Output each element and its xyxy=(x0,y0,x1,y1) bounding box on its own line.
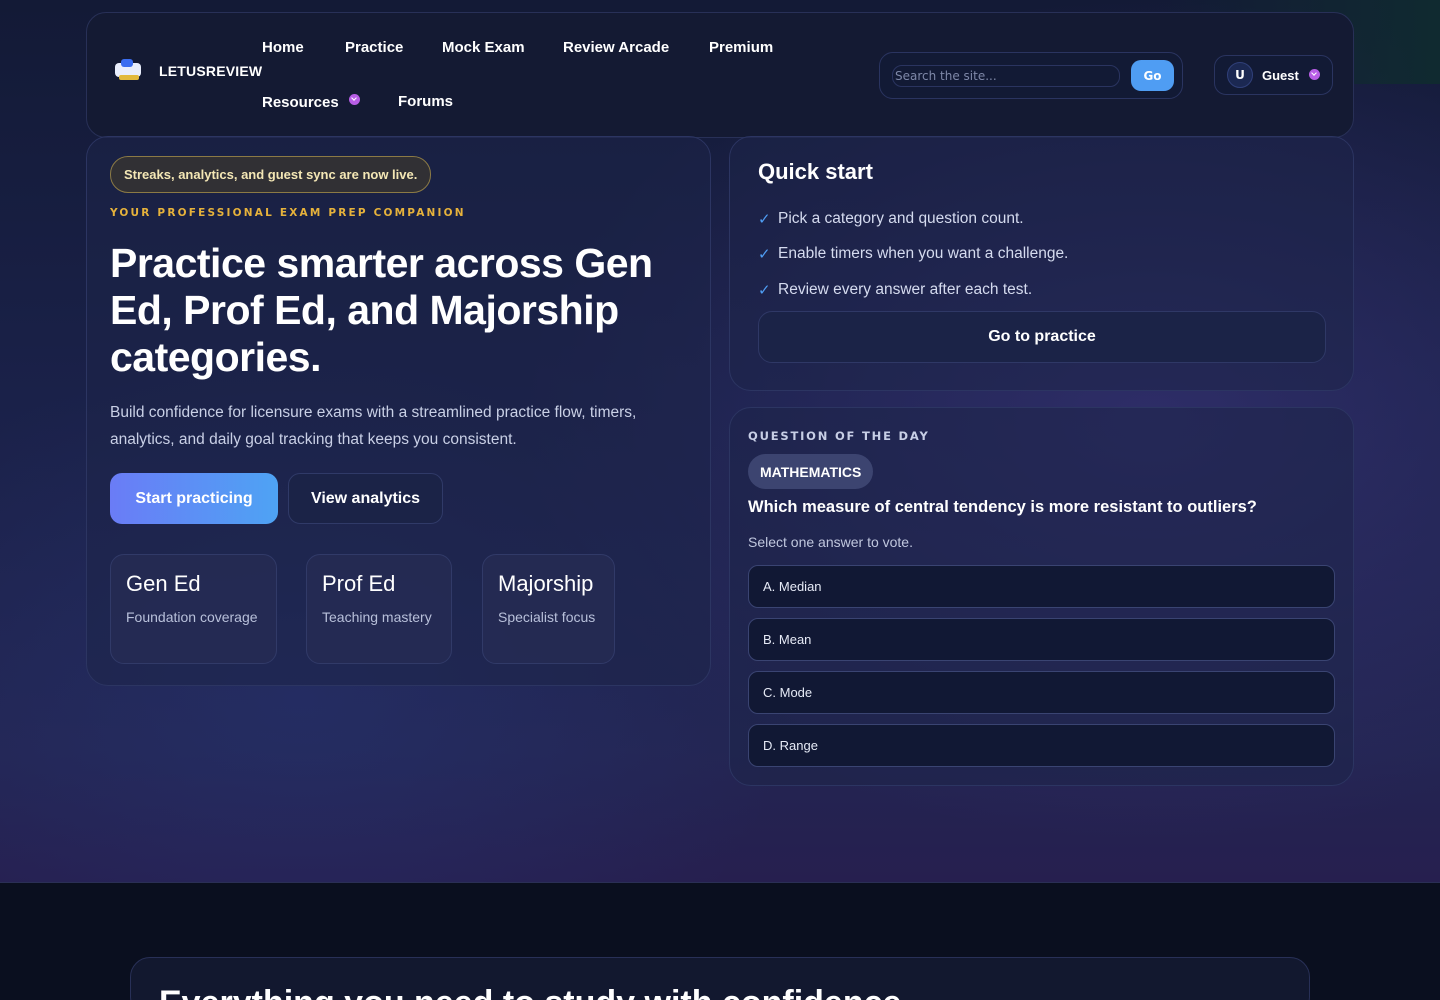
category-title: Gen Ed xyxy=(126,571,201,596)
chevron-down-icon xyxy=(348,94,360,105)
subject-badge: MATHEMATICS xyxy=(748,454,874,489)
check-icon: ✓ xyxy=(758,281,771,299)
step-text: Pick a category and question count. xyxy=(778,209,1024,227)
nav-resources-dropdown[interactable]: Resources xyxy=(262,94,360,111)
nav-home-link[interactable]: Home xyxy=(262,39,304,56)
brand-name: LETUSREVIEW xyxy=(159,63,263,79)
features-title: Everything you need to study with confid… xyxy=(159,984,901,1000)
nav-forums-link[interactable]: Forums xyxy=(398,93,453,110)
hero-card: Streaks, analytics, and guest sync are n… xyxy=(86,136,711,686)
qotd-eyebrow: QUESTION OF THE DAY xyxy=(748,429,930,443)
category-subtitle: Foundation coverage xyxy=(126,609,258,625)
nav-mock-exam-link[interactable]: Mock Exam xyxy=(442,39,525,56)
quick-start-steps: ✓ Pick a category and question count. ✓ En… xyxy=(758,201,1068,308)
answer-option-a[interactable]: A. Median xyxy=(748,565,1335,608)
nav-premium-link[interactable]: Premium xyxy=(709,39,773,56)
category-card-prof-ed[interactable]: Prof Ed Teaching mastery xyxy=(306,554,452,664)
user-menu[interactable]: U Guest xyxy=(1214,55,1333,95)
navbar: LETUSREVIEW Home Practice Mock Exam Revi… xyxy=(86,12,1354,138)
announcement-badge: Streaks, analytics, and guest sync are n… xyxy=(110,156,432,193)
nav-review-arcade-link[interactable]: Review Arcade xyxy=(563,39,669,56)
start-practicing-button[interactable]: Start practicing xyxy=(110,473,278,524)
brand-logo-icon xyxy=(111,57,145,85)
list-item: ✓ Enable timers when you want a challenge… xyxy=(758,237,1068,273)
category-subtitle: Specialist focus xyxy=(498,609,596,625)
check-icon: ✓ xyxy=(758,246,771,264)
check-icon: ✓ xyxy=(758,210,771,228)
category-subtitle: Teaching mastery xyxy=(322,609,432,625)
category-title: Majorship xyxy=(498,571,594,596)
quick-start-card: Quick start ✓ Pick a category and questio… xyxy=(729,136,1354,391)
search-form: Go xyxy=(879,52,1183,99)
answer-option-c[interactable]: C. Mode xyxy=(748,671,1335,714)
vote-hint: Select one answer to vote. xyxy=(748,534,913,550)
nav-practice-link[interactable]: Practice xyxy=(345,39,403,56)
nav-resources-label: Resources xyxy=(262,94,339,111)
avatar: U xyxy=(1227,62,1253,88)
user-name: Guest xyxy=(1262,67,1299,83)
chevron-down-icon xyxy=(1308,68,1320,80)
hero-title: Practice smarter across Gen Ed, Prof Ed,… xyxy=(110,240,653,380)
category-card-gen-ed[interactable]: Gen Ed Foundation coverage xyxy=(110,554,277,664)
list-item: ✓ Review every answer after each test. xyxy=(758,272,1068,308)
answer-option-d[interactable]: D. Range xyxy=(748,724,1335,767)
step-text: Enable timers when you want a challenge. xyxy=(778,245,1069,263)
category-card-majorship[interactable]: Majorship Specialist focus xyxy=(482,554,615,664)
search-input[interactable] xyxy=(892,65,1120,87)
hero-eyebrow: YOUR PROFESSIONAL EXAM PREP COMPANION xyxy=(110,207,466,219)
category-title: Prof Ed xyxy=(322,571,396,596)
hero-description: Build confidence for licensure exams wit… xyxy=(110,404,637,448)
step-text: Review every answer after each test. xyxy=(778,280,1033,298)
question-of-the-day-card: QUESTION OF THE DAY MATHEMATICS Which me… xyxy=(729,407,1354,786)
list-item: ✓ Pick a category and question count. xyxy=(758,201,1068,237)
answer-option-b[interactable]: B. Mean xyxy=(748,618,1335,661)
features-card: Everything you need to study with confid… xyxy=(130,957,1310,1000)
view-analytics-button[interactable]: View analytics xyxy=(288,473,443,524)
search-go-button[interactable]: Go xyxy=(1131,60,1174,91)
question-text: Which measure of central tendency is mor… xyxy=(748,498,1257,516)
brand[interactable]: LETUSREVIEW xyxy=(111,57,262,85)
quick-start-title: Quick start xyxy=(758,159,873,184)
go-to-practice-button[interactable]: Go to practice xyxy=(758,311,1326,363)
